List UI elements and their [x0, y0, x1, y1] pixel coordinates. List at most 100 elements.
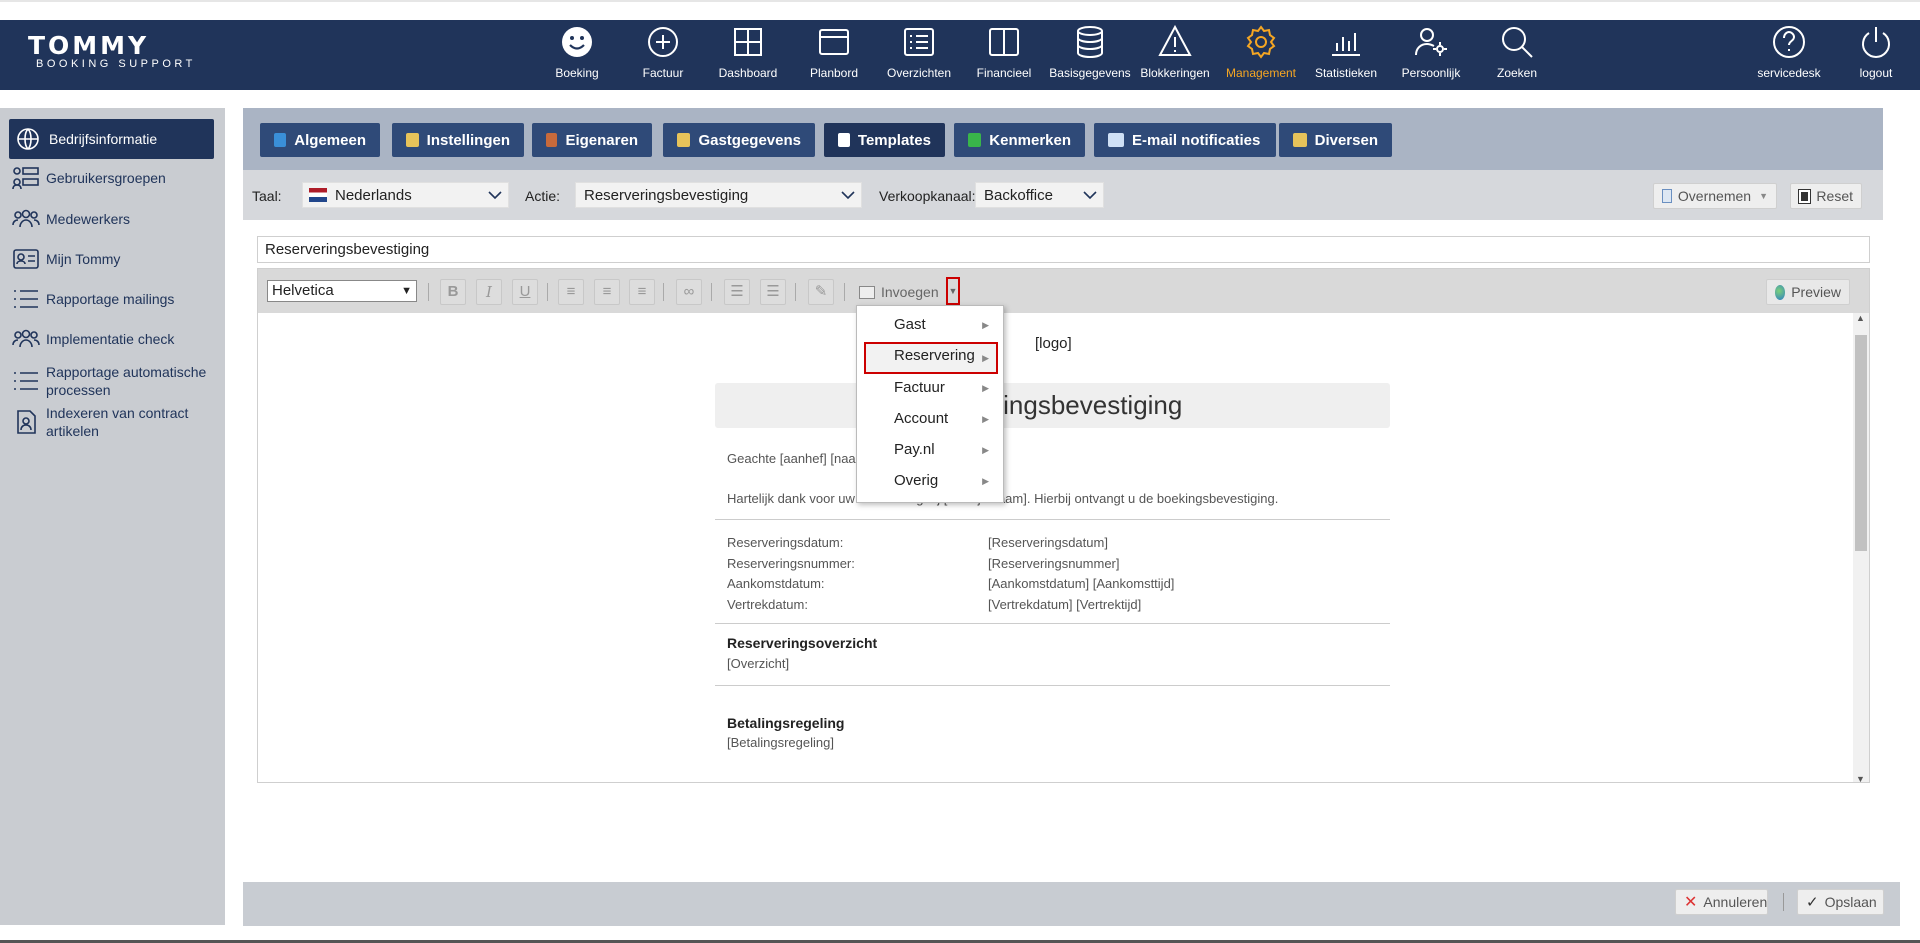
clear-format-button[interactable]: ✎	[808, 279, 834, 305]
sidebar-item-bedrijfsinformatie[interactable]: Bedrijfsinformatie	[9, 119, 214, 159]
menu-item-reservering[interactable]: Reservering ▶	[857, 342, 1003, 374]
tab-eigenaren[interactable]: Eigenaren	[532, 123, 652, 157]
verkoopkanaal-label: Verkoopkanaal:	[879, 188, 976, 204]
verkoopkanaal-select[interactable]: Backoffice	[975, 182, 1104, 208]
align-right-button[interactable]: ≡	[629, 279, 655, 305]
align-left-button[interactable]: ≡	[558, 279, 584, 305]
tab-kenmerken[interactable]: Kenmerken	[954, 123, 1085, 157]
tommy-logo[interactable]: TOMMY BOOKING SUPPORT	[28, 33, 218, 78]
underline-button[interactable]: U	[512, 279, 538, 305]
tab-email-notificaties[interactable]: E-mail notificaties	[1094, 123, 1276, 157]
footer-divider	[1783, 893, 1784, 911]
invoegen-button[interactable]: Invoegen	[859, 279, 939, 305]
sidebar-item-label: Medewerkers	[46, 211, 131, 227]
invoegen-dropdown-toggle[interactable]: ▼	[946, 277, 960, 305]
menu-item-factuur[interactable]: Factuur ▶	[857, 374, 1003, 402]
tab-diversen[interactable]: Diversen	[1279, 123, 1392, 157]
nav-zoeken[interactable]: Zoeken	[1475, 24, 1559, 86]
reset-button[interactable]: Reset	[1790, 183, 1862, 209]
sidebar-item-indexeren-contract-artikelen[interactable]: Indexeren van contract artikelen	[9, 403, 214, 441]
annuleren-button[interactable]: ✕ Annuleren	[1675, 889, 1768, 915]
link-button[interactable]: ∞	[676, 279, 702, 305]
grid-icon	[734, 28, 762, 56]
nav-financieel[interactable]: Financieel	[962, 24, 1046, 86]
sidebar-item-label: Rapportage automatische processen	[46, 364, 207, 398]
tab-algemeen[interactable]: Algemeen	[260, 123, 380, 157]
nav-blokkeringen[interactable]: Blokkeringen	[1133, 24, 1217, 86]
submenu-arrow-icon: ▶	[982, 445, 989, 455]
actie-select[interactable]: Reserveringsbevestiging	[575, 182, 862, 208]
app-window: TOMMY BOOKING SUPPORT Boeking Factuur Da…	[0, 0, 1920, 943]
nav-label: Management	[1225, 66, 1297, 80]
top-border	[0, 0, 1920, 2]
nav-management[interactable]: Management	[1219, 24, 1303, 86]
nav-label: Persoonlijk	[1401, 66, 1461, 80]
italic-button[interactable]: I	[476, 279, 502, 305]
preview-button[interactable]: Preview	[1766, 279, 1850, 305]
book-icon	[989, 28, 1019, 56]
align-center-button[interactable]: ≡	[594, 279, 620, 305]
opslaan-button[interactable]: ✓ Opslaan	[1797, 889, 1884, 915]
field-label: Vertrekdatum:	[727, 596, 808, 612]
nav-factuur[interactable]: Factuur	[621, 24, 705, 86]
actie-value: Reserveringsbevestiging	[584, 186, 749, 204]
greeting-text: Geachte [aanhef] [naa	[727, 451, 856, 466]
subject-input[interactable]: Reserveringsbevestiging	[257, 236, 1870, 263]
tab-instellingen[interactable]: Instellingen	[392, 123, 524, 157]
toolbar-divider	[428, 283, 429, 301]
numbered-list-button[interactable]: ☰	[724, 279, 750, 305]
sidebar-item-mijn-tommy[interactable]: Mijn Tommy	[9, 246, 214, 272]
field-label: Reserveringsdatum:	[727, 535, 844, 550]
submenu-arrow-icon: ▶	[982, 353, 989, 363]
chevron-down-icon	[1083, 191, 1097, 200]
chevron-down-icon	[488, 191, 502, 200]
nav-servicedesk[interactable]: servicedesk	[1747, 24, 1831, 86]
invoegen-menu: Gast ▶ Reservering ▶ Factuur ▶ Account ▶ Pay…	[856, 305, 1004, 503]
envelope-icon	[1108, 133, 1124, 147]
top-navigation: TOMMY BOOKING SUPPORT Boeking Factuur Da…	[0, 20, 1920, 90]
toolbar-divider	[844, 283, 845, 301]
nav-label: Factuur	[642, 66, 684, 80]
nav-basisgegevens[interactable]: Basisgegevens	[1048, 24, 1132, 86]
editor-scrollbar[interactable]: ▲ ▼	[1853, 313, 1869, 782]
nav-overzichten[interactable]: Overzichten	[877, 24, 961, 86]
menu-item-gast[interactable]: Gast ▶	[857, 311, 1003, 339]
tab-gastgegevens[interactable]: Gastgegevens	[663, 123, 815, 157]
menu-item-label: Overig	[894, 472, 939, 489]
nav-persoonlijk[interactable]: Persoonlijk	[1389, 24, 1473, 86]
nav-dashboard[interactable]: Dashboard	[706, 24, 790, 86]
nav-logout[interactable]: logout	[1834, 24, 1918, 86]
overnemen-button[interactable]: Overnemen ▼	[1653, 183, 1777, 209]
bar-chart-icon	[1332, 33, 1360, 56]
template-editor[interactable]: Helvetica ▼ B I U ≡ ≡ ≡ ∞ ☰ ☰ ✎ Invoegen …	[257, 268, 1870, 783]
scrollbar-thumb[interactable]	[1855, 335, 1867, 551]
overview-title: Reserveringsoverzicht	[727, 635, 878, 651]
bold-button[interactable]: B	[440, 279, 466, 305]
people-check-icon	[12, 329, 40, 348]
sidebar-item-medewerkers[interactable]: Medewerkers	[9, 206, 214, 232]
menu-item-overig[interactable]: Overig ▶	[857, 467, 1003, 495]
verkoopkanaal-value: Backoffice	[984, 186, 1053, 204]
owner-icon	[546, 133, 558, 147]
payment-title: Betalingsregeling	[727, 715, 845, 731]
menu-item-account[interactable]: Account ▶	[857, 405, 1003, 433]
bullet-list-button[interactable]: ☰	[760, 279, 786, 305]
nav-planbord[interactable]: Planbord	[792, 24, 876, 86]
help-icon	[1773, 26, 1805, 58]
menu-item-paynl[interactable]: Pay.nl ▶	[857, 436, 1003, 464]
sidebar-item-rapportage-automatische-processen[interactable]: Rapportage automatische processen	[9, 362, 214, 400]
check-icon: ✓	[1806, 894, 1819, 911]
tab-label: E-mail notificaties	[1132, 131, 1261, 149]
sidebar-item-label: Rapportage mailings	[46, 291, 175, 307]
tab-templates[interactable]: Templates	[824, 123, 945, 157]
sidebar-item-gebruikersgroepen[interactable]: Gebruikersgroepen	[9, 165, 214, 191]
preview-label: Preview	[1791, 284, 1841, 300]
divider	[715, 685, 1390, 686]
sidebar-item-rapportage-mailings[interactable]: Rapportage mailings	[9, 286, 214, 312]
taal-select[interactable]: Nederlands	[302, 182, 509, 208]
nav-statistieken[interactable]: Statistieken	[1304, 24, 1388, 86]
gear-icon	[1293, 133, 1307, 147]
sidebar-item-implementatie-check[interactable]: Implementatie check	[9, 326, 214, 352]
nav-boeking[interactable]: Boeking	[535, 24, 619, 86]
font-select[interactable]: Helvetica ▼	[267, 280, 417, 302]
